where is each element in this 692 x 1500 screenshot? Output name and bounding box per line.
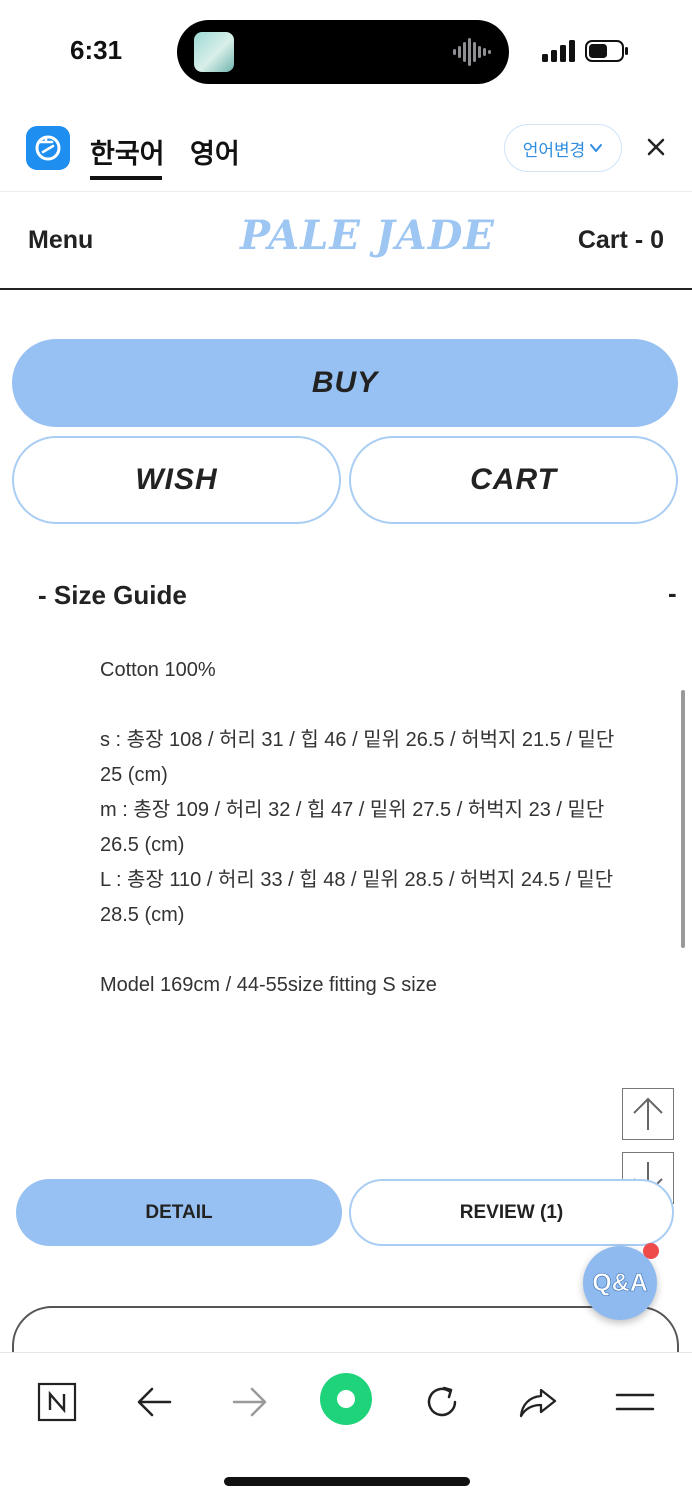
menu-icon[interactable]	[610, 1377, 660, 1427]
status-bar: 6:31	[0, 0, 692, 100]
size-guide-collapse-toggle[interactable]: -	[668, 578, 677, 609]
green-dot-icon[interactable]	[320, 1373, 372, 1425]
translate-logo-icon[interactable]	[26, 126, 70, 170]
status-time: 6:31	[70, 35, 123, 65]
scroll-top-button[interactable]	[622, 1088, 674, 1140]
add-to-cart-button[interactable]: CART	[349, 436, 678, 524]
dynamic-island	[177, 20, 509, 84]
battery-icon	[585, 40, 628, 62]
size-l-text: L : 총장 110 / 허리 33 / 힙 48 / 밑위 28.5 / 허벅…	[100, 869, 614, 926]
change-language-label: 언어변경	[522, 140, 586, 160]
notification-badge	[643, 1243, 659, 1259]
site-header: Menu PALE JADE Cart - 0	[0, 192, 692, 290]
audio-wave-icon	[453, 38, 491, 66]
size-guide-title[interactable]: - Size Guide	[38, 580, 187, 611]
cellular-signal-icon	[542, 40, 575, 62]
active-tab-indicator	[90, 176, 162, 180]
menu-link[interactable]: Menu	[28, 226, 93, 255]
share-icon[interactable]	[513, 1377, 563, 1427]
buy-button[interactable]: BUY	[12, 339, 678, 427]
tab-korean[interactable]: 한국어	[90, 132, 165, 171]
size-guide-content: Cotton 100% s : 총장 108 / 허리 31 / 힙 46 / …	[100, 653, 620, 1003]
naver-n-icon[interactable]	[32, 1377, 82, 1427]
change-language-button[interactable]: 언어변경	[504, 124, 622, 172]
size-m-text: m : 총장 109 / 허리 32 / 힙 47 / 밑위 27.5 / 허벅…	[100, 799, 605, 856]
back-arrow-icon[interactable]	[129, 1377, 179, 1427]
brand-logo[interactable]: PALE JADE	[240, 212, 495, 259]
reload-icon[interactable]	[417, 1377, 467, 1427]
forward-arrow-icon[interactable]	[225, 1377, 275, 1427]
tab-review[interactable]: REVIEW (1)	[349, 1179, 674, 1246]
size-s-text: s : 총장 108 / 허리 31 / 힙 46 / 밑위 26.5 / 허벅…	[100, 729, 615, 786]
tab-detail[interactable]: DETAIL	[16, 1179, 342, 1246]
home-indicator[interactable]	[224, 1477, 470, 1486]
arrow-up-icon	[633, 1097, 663, 1130]
material-text: Cotton 100%	[100, 659, 216, 681]
chevron-down-icon	[590, 144, 603, 152]
now-playing-thumbnail	[194, 32, 234, 72]
cart-link[interactable]: Cart - 0	[578, 226, 664, 255]
translate-bar: 한국어 영어 언어변경	[0, 100, 692, 192]
wish-button[interactable]: WISH	[12, 436, 341, 524]
tab-english[interactable]: 영어	[190, 132, 240, 171]
model-info-text: Model 169cm / 44-55size fitting S size	[100, 974, 437, 996]
scrollbar[interactable]	[681, 690, 685, 948]
close-icon[interactable]	[641, 132, 671, 162]
